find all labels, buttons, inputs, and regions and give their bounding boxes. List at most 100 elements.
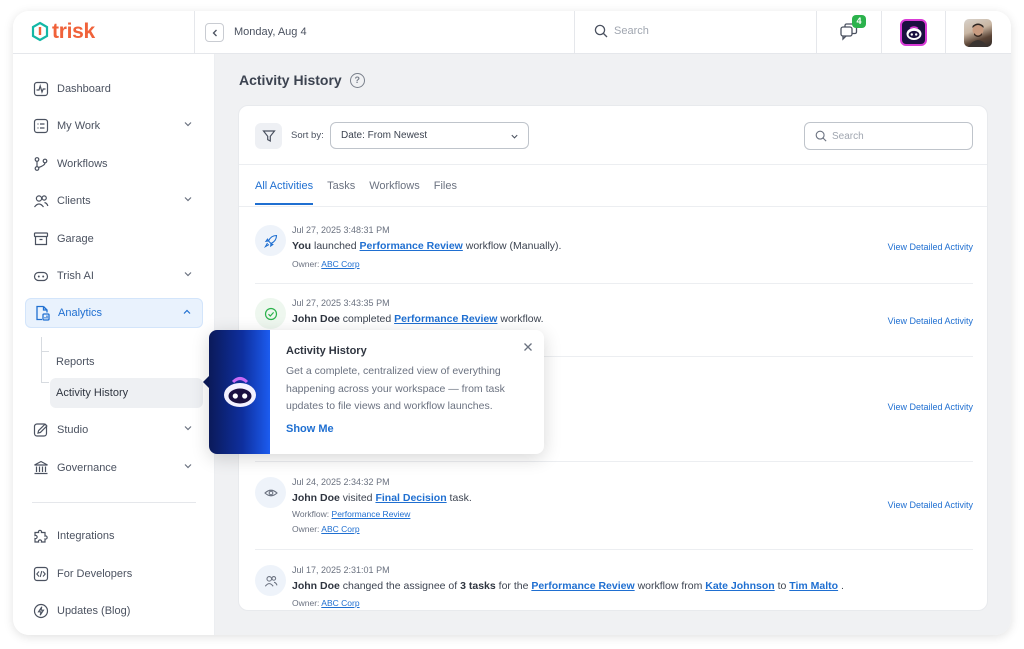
- search-icon: [594, 24, 608, 38]
- activity-text: You launched Performance Review workflow…: [292, 240, 562, 252]
- feature-popover: Activity History Get a complete, central…: [209, 330, 544, 454]
- global-search-placeholder: Search: [614, 25, 649, 37]
- owner-link[interactable]: ABC Corp: [321, 524, 359, 534]
- chevron-down-icon: [184, 464, 192, 469]
- sort-value: Date: From Newest: [341, 130, 428, 141]
- users-icon: [255, 565, 286, 596]
- brand-name: trisk: [52, 20, 95, 43]
- popover-illustration: [209, 330, 270, 454]
- view-detailed-activity-link[interactable]: View Detailed Activity: [888, 500, 973, 510]
- tab-files[interactable]: Files: [434, 180, 457, 205]
- workflow-link[interactable]: Performance Review: [394, 313, 497, 325]
- activity-search-input[interactable]: Search: [804, 122, 973, 150]
- sidebar-item-label: Integrations: [57, 530, 115, 542]
- filter-button[interactable]: [255, 123, 282, 149]
- check-circle-icon: [255, 298, 286, 329]
- sidebar-item-governance[interactable]: Governance: [25, 453, 203, 483]
- chevron-up-icon: [183, 309, 191, 314]
- archive-icon: [33, 231, 49, 247]
- activity-owner: Owner: ABC Corp: [292, 259, 360, 269]
- user-avatar[interactable]: [964, 19, 992, 47]
- rocket-icon: [255, 225, 286, 256]
- sidebar-subitem-activity-history[interactable]: Activity History: [50, 378, 203, 408]
- sidebar-item-for-developers[interactable]: For Developers: [25, 559, 203, 589]
- sidebar-item-workflows[interactable]: Workflows: [25, 149, 203, 179]
- sidebar-item-clients[interactable]: Clients: [25, 186, 203, 216]
- collapse-sidebar-button[interactable]: [205, 23, 224, 42]
- app-window: trisk Monday, Aug 4 Search 4 Dashboard M…: [13, 11, 1011, 635]
- chevron-down-icon: [511, 134, 518, 139]
- bot-icon: [906, 25, 921, 40]
- activity-text: John Doe changed the assignee of 3 tasks…: [292, 580, 844, 592]
- workflow-link[interactable]: Performance Review: [360, 240, 463, 252]
- activity-row: Jul 27, 2025 3:48:31 PM You launched Per…: [255, 225, 973, 275]
- sidebar-item-dashboard[interactable]: Dashboard: [25, 74, 203, 104]
- dashboard-icon: [33, 81, 49, 97]
- view-detailed-activity-link[interactable]: View Detailed Activity: [888, 242, 973, 252]
- view-detailed-activity-link[interactable]: View Detailed Activity: [888, 316, 973, 326]
- trish-ai-button[interactable]: [900, 19, 927, 46]
- sidebar-subitem-label: Activity History: [56, 387, 129, 399]
- pen-icon: [33, 422, 49, 438]
- sidebar-item-label: Trish AI: [57, 270, 94, 282]
- activity-tabs: All Activities Tasks Workflows Files: [255, 180, 471, 205]
- tab-all-activities[interactable]: All Activities: [255, 180, 314, 205]
- sidebar-item-label: Dashboard: [57, 83, 111, 95]
- users-icon: [33, 193, 49, 209]
- sidebar-divider: [32, 502, 196, 503]
- activity-time: Jul 27, 2025 3:43:35 PM: [292, 298, 390, 308]
- sidebar-item-integrations[interactable]: Integrations: [25, 521, 203, 551]
- task-count: 3 tasks: [460, 580, 496, 592]
- activity-actor: John Doe: [292, 492, 340, 504]
- user-link[interactable]: Tim Malto: [789, 580, 838, 592]
- chevron-left-icon: [212, 29, 217, 36]
- chevron-down-icon: [184, 197, 192, 202]
- analytics-icon: [34, 305, 50, 321]
- sidebar-item-label: Governance: [57, 462, 117, 474]
- eye-icon: [255, 477, 286, 508]
- chevron-down-icon: [184, 272, 192, 277]
- close-icon[interactable]: [522, 340, 534, 352]
- tab-workflows[interactable]: Workflows: [369, 180, 420, 205]
- activity-time: Jul 27, 2025 3:48:31 PM: [292, 225, 390, 235]
- user-link[interactable]: Kate Johnson: [705, 580, 774, 592]
- workflow-link[interactable]: Performance Review: [332, 509, 411, 519]
- show-me-button[interactable]: Show Me: [286, 423, 334, 435]
- global-search[interactable]: Search: [594, 24, 649, 38]
- sidebar-item-my-work[interactable]: My Work: [25, 111, 203, 141]
- puzzle-icon: [33, 528, 49, 544]
- sort-select[interactable]: Date: From Newest: [330, 122, 529, 149]
- tab-tasks[interactable]: Tasks: [327, 180, 355, 205]
- chevron-down-icon: [184, 426, 192, 431]
- activity-workflow: Workflow: Performance Review: [292, 509, 411, 519]
- sidebar-item-label: Workflows: [57, 158, 108, 170]
- sidebar-item-studio[interactable]: Studio: [25, 415, 203, 445]
- sidebar-item-garage[interactable]: Garage: [25, 224, 203, 254]
- workflow-link[interactable]: Performance Review: [531, 580, 634, 592]
- activity-actor: You: [292, 240, 312, 252]
- code-icon: [33, 566, 49, 582]
- popover-body: Get a complete, centralized view of ever…: [286, 365, 505, 412]
- activity-time: Jul 24, 2025 2:34:32 PM: [292, 477, 390, 487]
- owner-link[interactable]: ABC Corp: [321, 598, 359, 608]
- sidebar-item-label: Garage: [57, 233, 94, 245]
- bolt-icon: [33, 603, 49, 619]
- sort-label: Sort by:: [291, 130, 324, 141]
- owner-link[interactable]: ABC Corp: [321, 259, 359, 269]
- sidebar-subitem-label: Reports: [56, 356, 95, 368]
- activity-text: John Doe visited Final Decision task.: [292, 492, 472, 504]
- logo[interactable]: trisk: [30, 20, 95, 44]
- view-detailed-activity-link[interactable]: View Detailed Activity: [888, 402, 973, 412]
- sidebar-item-label: Studio: [57, 424, 89, 436]
- help-icon[interactable]: ?: [349, 72, 365, 88]
- sidebar-item-updates[interactable]: Updates (Blog): [25, 596, 203, 626]
- task-link[interactable]: Final Decision: [375, 492, 446, 504]
- sidebar-item-label: For Developers: [57, 568, 133, 580]
- sidebar-subitem-reports[interactable]: Reports: [50, 347, 203, 377]
- top-bar: trisk Monday, Aug 4 Search 4: [13, 11, 1011, 54]
- activity-actor: John Doe: [292, 313, 340, 325]
- activity-time: Jul 17, 2025 2:31:01 PM: [292, 565, 390, 575]
- sidebar-item-trish-ai[interactable]: Trish AI: [25, 261, 203, 291]
- sidebar-item-analytics[interactable]: Analytics: [25, 298, 203, 328]
- popover-title: Activity History: [286, 345, 367, 357]
